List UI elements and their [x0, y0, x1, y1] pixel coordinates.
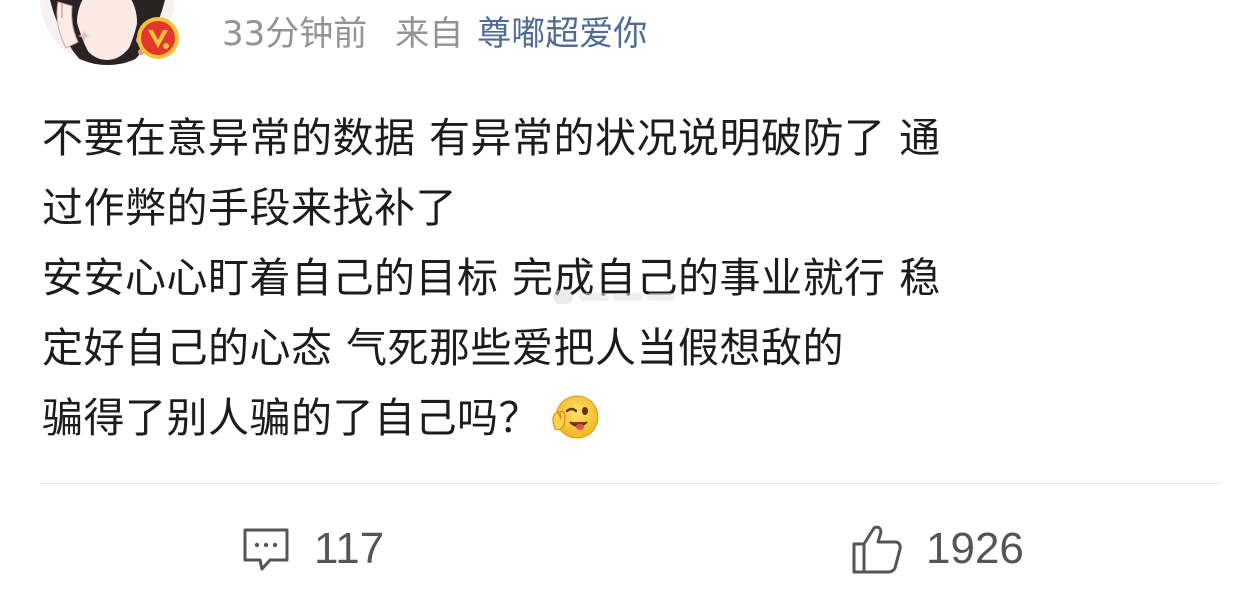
source-prefix: 来自	[395, 14, 464, 54]
post-line: 定好自己的心态 气死那些爱把人当假想敌的	[42, 324, 845, 372]
comment-card: 33分钟前 来自 尊嘟超爱你 不要在意异常的数据 有异常的状况说明破防了 通 过…	[0, 0, 1260, 607]
post-line: 不要在意异常的数据 有异常的状况说明破防了 通	[42, 114, 941, 162]
post-meta: 33分钟前 来自 尊嘟超爱你	[222, 12, 647, 56]
vip-badge-icon	[137, 17, 179, 59]
thumbs-up-icon	[852, 525, 902, 574]
divider	[40, 483, 1220, 484]
post-line: 过作弊的手段来找补了	[42, 184, 457, 232]
comment-button[interactable]: 117	[240, 518, 384, 580]
author-header	[40, 0, 190, 66]
like-button[interactable]: 1926	[850, 518, 1024, 580]
post-line-last: 骗得了别人骗的了自己吗？	[42, 383, 1222, 453]
source-link[interactable]: 尊嘟超爱你	[477, 12, 647, 56]
sparkle-icon	[78, 30, 90, 42]
comment-icon	[243, 528, 289, 571]
comment-count: 117	[314, 524, 385, 573]
watermark-icon	[553, 290, 675, 304]
wink-emoji-icon	[552, 395, 599, 439]
like-count: 1926	[926, 524, 1024, 573]
post-line-text: 骗得了别人骗的了自己吗？	[42, 394, 540, 442]
post-time: 33分钟前	[222, 14, 368, 54]
